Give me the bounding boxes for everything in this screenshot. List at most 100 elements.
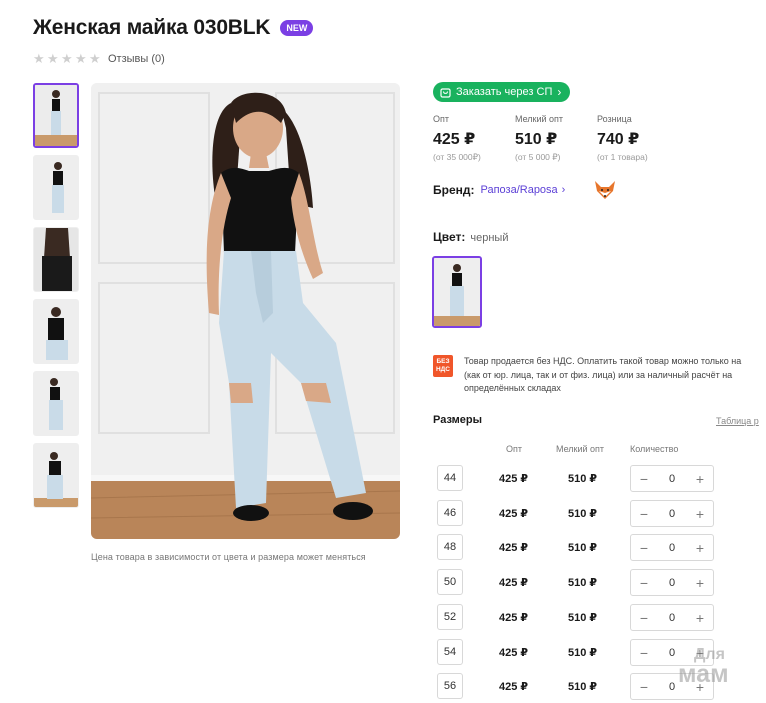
brand-label: Бренд:	[433, 183, 475, 197]
minus-button[interactable]: −	[637, 540, 651, 556]
opt-price: 425 ₽	[499, 647, 529, 659]
opt-price: 425 ₽	[499, 473, 529, 485]
price-value: 740 ₽	[597, 131, 640, 148]
small-opt-price: 510 ₽	[568, 681, 598, 693]
price-label: Розница	[597, 114, 632, 124]
opt-price: 425 ₽	[499, 508, 529, 520]
minus-button[interactable]: −	[637, 575, 651, 591]
opt-price: 425 ₽	[499, 612, 529, 624]
size-label: 48	[437, 534, 463, 560]
price-small-wholesale: Мелкий опт 510 ₽ (от 5 000 ₽)	[515, 114, 597, 163]
model-photo-thumb	[34, 228, 78, 291]
quantity-value[interactable]: 0	[669, 612, 675, 624]
size-row: 48 425 ₽ 510 ₽ − 0 +	[437, 534, 766, 561]
column-header-opt: Опт	[506, 444, 522, 454]
column-header-quantity: Количество	[630, 444, 679, 454]
model-photo-thumb	[34, 372, 78, 435]
small-opt-price: 510 ₽	[568, 542, 598, 554]
product-title: Женская майка 030BLK	[33, 16, 271, 39]
price-note: Цена товара в зависимости от цвета и раз…	[91, 552, 366, 562]
plus-button[interactable]: +	[693, 506, 707, 522]
opt-price: 425 ₽	[499, 681, 529, 693]
thumbnail-5[interactable]	[33, 371, 79, 436]
minus-button[interactable]: −	[637, 645, 651, 661]
color-swatch-black[interactable]	[432, 256, 482, 328]
star-icon[interactable]: ★	[61, 52, 74, 65]
quantity-value[interactable]: 0	[669, 681, 675, 693]
plus-button[interactable]: +	[693, 575, 707, 591]
price-label: Мелкий опт	[515, 114, 564, 124]
brand-row: Бренд: Рапоза/Raposa ›	[433, 181, 615, 199]
plus-button[interactable]: +	[693, 540, 707, 556]
star-icon[interactable]: ★	[47, 52, 60, 65]
color-row: Цвет: черный	[433, 230, 508, 244]
model-photo-swatch	[434, 258, 480, 326]
minus-button[interactable]: −	[637, 610, 651, 626]
watermark-line: мам	[678, 660, 729, 688]
vat-text-line: определённых складах	[464, 383, 561, 393]
size-table-link[interactable]: Таблица р	[716, 416, 759, 426]
thumbnail-3[interactable]	[33, 227, 79, 292]
quantity-value[interactable]: 0	[669, 508, 675, 520]
price-block: Опт 425 ₽ (от 35 000₽) Мелкий опт 510 ₽ …	[433, 114, 679, 163]
size-label: 44	[437, 465, 463, 491]
small-opt-price: 510 ₽	[568, 612, 598, 624]
quantity-stepper: − 0 +	[630, 604, 714, 631]
price-retail: Розница 740 ₽ (от 1 товара)	[597, 114, 679, 163]
title-row: Женская майка 030BLK NEW	[33, 16, 314, 40]
star-icon[interactable]: ★	[89, 52, 102, 65]
small-opt-price: 510 ₽	[568, 647, 598, 659]
model-photo-thumb	[34, 300, 78, 363]
minus-button[interactable]: −	[637, 679, 651, 695]
new-badge: NEW	[280, 20, 314, 36]
thumbnail-4[interactable]	[33, 299, 79, 364]
chevron-right-icon[interactable]: ›	[562, 184, 566, 196]
vat-text-line: (как от юр. лица, так и от физ. лица) ил…	[464, 369, 733, 380]
rating-stars[interactable]: ★ ★ ★ ★ ★	[33, 52, 102, 65]
opt-price: 425 ₽	[499, 542, 529, 554]
model-photo-thumb	[34, 444, 78, 507]
minus-button[interactable]: −	[637, 471, 651, 487]
size-label: 54	[437, 639, 463, 665]
price-condition: (от 5 000 ₽)	[515, 152, 561, 162]
color-value: черный	[470, 232, 509, 244]
model-photo-thumb	[35, 85, 77, 146]
quantity-stepper: − 0 +	[630, 569, 714, 596]
thumbnail-2[interactable]	[33, 155, 79, 220]
size-label: 56	[437, 673, 463, 699]
star-icon[interactable]: ★	[33, 52, 46, 65]
thumbnail-1[interactable]	[33, 83, 79, 148]
quantity-stepper: − 0 +	[630, 465, 714, 492]
opt-price: 425 ₽	[499, 577, 529, 589]
order-via-sp-button[interactable]: Заказать через СП ›	[433, 82, 571, 102]
plus-button[interactable]: +	[693, 471, 707, 487]
price-value: 425 ₽	[433, 131, 476, 148]
vat-notice: БЕЗ НДС Товар продается без НДС. Оплатит…	[433, 355, 766, 396]
small-opt-price: 510 ₽	[568, 508, 598, 520]
order-button-label: Заказать через СП	[456, 86, 553, 98]
plus-button[interactable]: +	[693, 610, 707, 626]
rating-row: ★ ★ ★ ★ ★ Отзывы (0)	[33, 52, 165, 65]
size-row: 52 425 ₽ 510 ₽ − 0 +	[437, 604, 766, 631]
quantity-value[interactable]: 0	[669, 473, 675, 485]
quantity-value[interactable]: 0	[669, 577, 675, 589]
quantity-stepper: − 0 +	[630, 500, 714, 527]
brand-link[interactable]: Рапоза/Raposa	[481, 184, 558, 196]
price-condition: (от 35 000₽)	[433, 152, 481, 162]
size-label: 50	[437, 569, 463, 595]
reviews-link[interactable]: Отзывы (0)	[108, 53, 165, 65]
star-icon[interactable]: ★	[75, 52, 88, 65]
main-product-photo[interactable]	[91, 83, 400, 539]
watermark: Для мам	[678, 647, 729, 688]
fox-logo[interactable]	[593, 179, 617, 201]
minus-button[interactable]: −	[637, 506, 651, 522]
quantity-value[interactable]: 0	[669, 647, 675, 659]
sizes-title: Размеры	[433, 414, 483, 426]
size-row: 46 425 ₽ 510 ₽ − 0 +	[437, 500, 766, 527]
thumbnail-list	[33, 83, 81, 515]
quantity-value[interactable]: 0	[669, 542, 675, 554]
thumbnail-6[interactable]	[33, 443, 79, 508]
size-label: 52	[437, 604, 463, 630]
size-label: 46	[437, 500, 463, 526]
quantity-stepper: − 0 +	[630, 534, 714, 561]
